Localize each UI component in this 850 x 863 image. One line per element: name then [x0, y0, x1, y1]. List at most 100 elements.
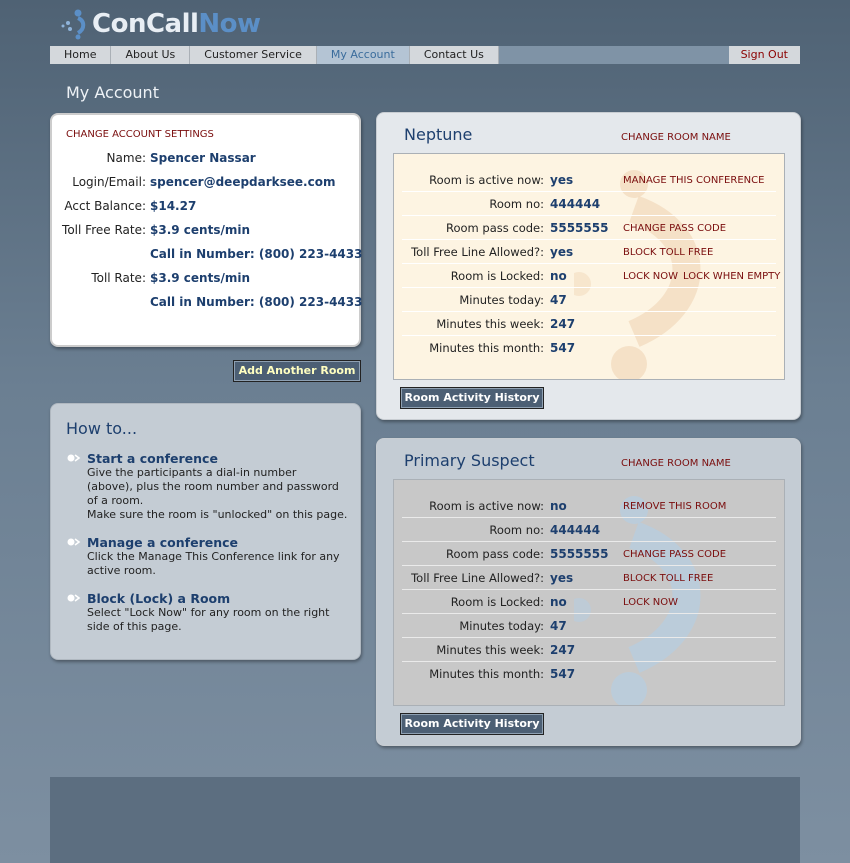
room-row-week: Minutes this week: 247	[402, 638, 776, 662]
account-name-row: Name: Spencer Nassar	[52, 151, 359, 167]
manage-conference-link[interactable]: MANAGE THIS CONFERENCE	[623, 175, 764, 186]
footer	[50, 777, 800, 863]
nav-about-us[interactable]: About Us	[111, 46, 191, 64]
tollfree-number: Call in Number: (800) 223-4433	[150, 247, 363, 261]
room-row-pass: Room pass code: 5555555 CHANGE PASS CODE	[402, 216, 776, 240]
room-active-label: Room is active now:	[429, 499, 544, 513]
room-row-week: Minutes this week: 247	[402, 312, 776, 336]
howto-step-line: Make sure the room is "unlocked" on this…	[87, 508, 348, 521]
room-pass-value: 5555555	[550, 221, 609, 235]
toll-number: Call in Number: (800) 223-4433	[150, 295, 363, 309]
arrow-bullet-icon	[67, 594, 81, 602]
nav-my-account[interactable]: My Account	[316, 46, 410, 64]
minutes-month-label: Minutes this month:	[429, 667, 544, 681]
sign-out-link[interactable]: Sign Out	[728, 46, 800, 64]
room-tollfree-label: Toll Free Line Allowed?:	[411, 245, 544, 259]
minutes-today-value: 47	[550, 619, 567, 633]
room-activity-history-button[interactable]: Room Activity History	[400, 387, 544, 409]
room-details: Room is active now: yes MANAGE THIS CONF…	[393, 153, 785, 380]
room-row-number: Room no: 444444	[402, 192, 776, 216]
minutes-week-label: Minutes this week:	[436, 317, 544, 331]
howto-step-title[interactable]: Block (Lock) a Room	[87, 591, 357, 606]
howto-step-line: of a room.	[87, 494, 144, 507]
lock-now-link[interactable]: LOCK NOW	[623, 597, 678, 608]
arrow-bullet-icon	[67, 538, 81, 546]
howto-panel: How to... Start a conference Give the pa…	[50, 403, 361, 660]
account-login-row: Login/Email: spencer@deepdarksee.com	[52, 175, 359, 191]
howto-step: Start a conference Give the participants…	[67, 451, 357, 522]
lock-when-empty-link[interactable]: LOCK WHEN EMPTY	[683, 271, 780, 282]
room-row-locked: Room is Locked: no LOCK NOW	[402, 590, 776, 614]
room-active-label: Room is active now:	[429, 173, 544, 187]
block-toll-free-link[interactable]: BLOCK TOLL FREE	[623, 247, 713, 258]
toll-number-row: Call in Number: (800) 223-4433	[52, 295, 363, 311]
toll-rate-label: Toll Rate:	[91, 271, 146, 285]
nav-contact-us[interactable]: Contact Us	[410, 46, 499, 64]
account-balance-row: Acct Balance: $14.27	[52, 199, 359, 215]
howto-title: How to...	[66, 419, 138, 438]
change-account-settings-link[interactable]: CHANGE ACCOUNT SETTINGS	[66, 129, 214, 140]
room-pass-label: Room pass code:	[446, 221, 544, 235]
logo[interactable]: ConCallNow	[58, 6, 261, 42]
room-row-tollfree: Toll Free Line Allowed?: yes BLOCK TOLL …	[402, 240, 776, 264]
name-label: Name:	[106, 151, 146, 165]
room-row-locked: Room is Locked: no LOCK NOW LOCK WHEN EM…	[402, 264, 780, 288]
minutes-month-label: Minutes this month:	[429, 341, 544, 355]
room-no-value: 444444	[550, 197, 601, 211]
room-locked-value: no	[550, 269, 567, 283]
main-nav: Home About Us Customer Service My Accoun…	[50, 46, 800, 64]
tollfree-rate-label: Toll Free Rate:	[62, 223, 146, 237]
room-row-month: Minutes this month: 547	[402, 662, 776, 686]
remove-room-link[interactable]: REMOVE THIS ROOM	[623, 501, 726, 512]
arrow-bullet-icon	[67, 454, 81, 462]
change-pass-code-link[interactable]: CHANGE PASS CODE	[623, 549, 726, 560]
minutes-week-value: 247	[550, 317, 576, 331]
add-another-room-button[interactable]: Add Another Room	[233, 360, 361, 382]
tollfree-number-row: Call in Number: (800) 223-4433	[52, 247, 363, 263]
howto-step-line: Give the participants a dial-in number	[87, 466, 297, 479]
room-no-label: Room no:	[489, 197, 544, 211]
account-name: Spencer Nassar	[150, 151, 256, 165]
room-active-value: no	[550, 499, 567, 513]
change-pass-code-link[interactable]: CHANGE PASS CODE	[623, 223, 726, 234]
tollfree-rate: $3.9 cents/min	[150, 223, 251, 237]
lock-now-link[interactable]: LOCK NOW	[623, 271, 678, 282]
room-name: Primary Suspect	[404, 451, 535, 470]
nav-customer-service[interactable]: Customer Service	[190, 46, 317, 64]
tollfree-rate-row: Toll Free Rate: $3.9 cents/min	[52, 223, 359, 239]
room-tollfree-label: Toll Free Line Allowed?:	[411, 571, 544, 585]
room-active-value: yes	[550, 173, 574, 187]
minutes-today-label: Minutes today:	[459, 619, 544, 633]
room-details: Room is active now: no REMOVE THIS ROOM …	[393, 479, 785, 706]
minutes-month-value: 547	[550, 667, 576, 681]
nav-spacer	[498, 46, 729, 64]
room-row-today: Minutes today: 47	[402, 288, 776, 312]
room-tollfree-value: yes	[550, 245, 574, 259]
room-row-month: Minutes this month: 547	[402, 336, 776, 360]
block-toll-free-link[interactable]: BLOCK TOLL FREE	[623, 573, 713, 584]
minutes-today-label: Minutes today:	[459, 293, 544, 307]
minutes-week-label: Minutes this week:	[436, 643, 544, 657]
nav-home[interactable]: Home	[50, 46, 112, 64]
toll-rate: $3.9 cents/min	[150, 271, 251, 285]
change-room-name-link[interactable]: CHANGE ROOM NAME	[621, 458, 731, 469]
howto-step-title[interactable]: Manage a conference	[87, 535, 357, 550]
room-no-label: Room no:	[489, 523, 544, 537]
change-room-name-link[interactable]: CHANGE ROOM NAME	[621, 132, 731, 143]
account-balance: $14.27	[150, 199, 197, 213]
room-row-pass: Room pass code: 5555555 CHANGE PASS CODE	[402, 542, 776, 566]
logo-text: ConCallNow	[92, 9, 261, 39]
logo-icon	[61, 9, 86, 40]
room-locked-label: Room is Locked:	[450, 595, 544, 609]
howto-step-line: (above), plus the room number and passwo…	[87, 480, 339, 493]
howto-step-line: side of this page.	[87, 620, 182, 633]
page-title: My Account	[66, 83, 159, 102]
room-pass-label: Room pass code:	[446, 547, 544, 561]
room-row-active: Room is active now: yes MANAGE THIS CONF…	[402, 168, 776, 192]
toll-rate-row: Toll Rate: $3.9 cents/min	[52, 271, 359, 287]
minutes-week-value: 247	[550, 643, 576, 657]
room-panel-primary-suspect: Primary Suspect CHANGE ROOM NAME Room is…	[376, 438, 801, 746]
room-name: Neptune	[404, 125, 473, 144]
room-activity-history-button[interactable]: Room Activity History	[400, 713, 544, 735]
howto-step-title[interactable]: Start a conference	[87, 451, 357, 466]
